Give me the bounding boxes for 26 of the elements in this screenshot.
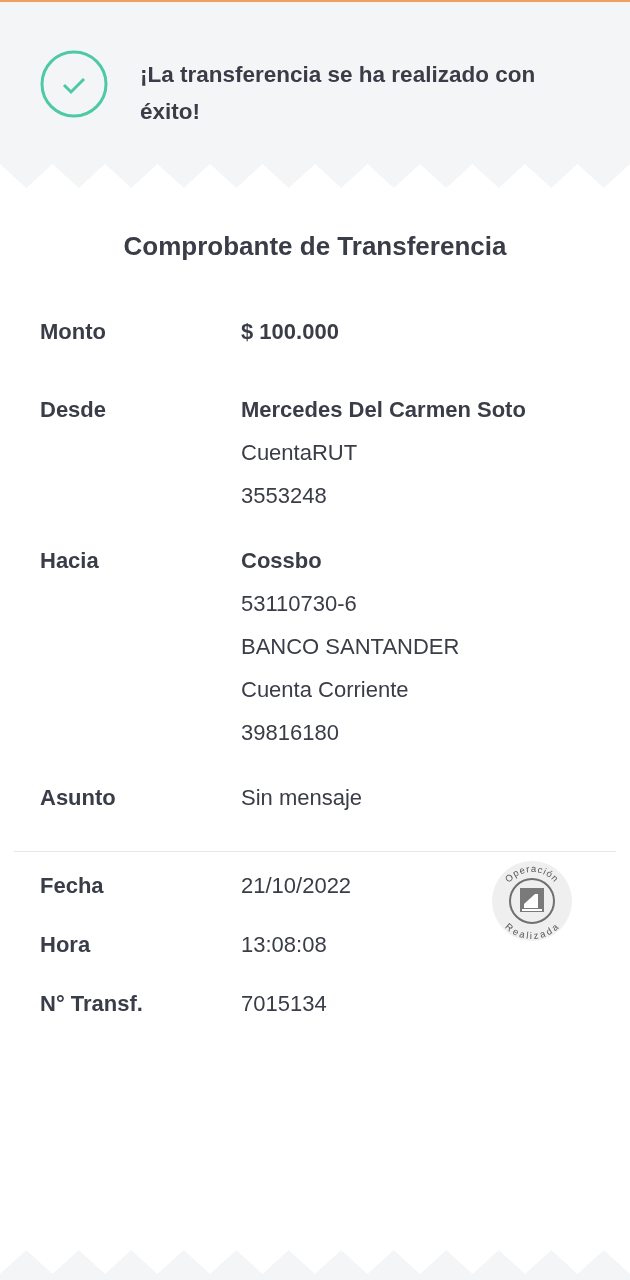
field-label: Asunto — [40, 784, 117, 812]
field-value: 21/10/2022 — [241, 872, 352, 900]
field-value: 39816180 — [241, 719, 339, 747]
field-value: Cossbo — [241, 547, 322, 575]
field-value: 7015134 — [241, 990, 327, 1018]
field-value: Sin mensaje — [241, 784, 363, 812]
field-label: Fecha — [40, 872, 105, 900]
field-value: BANCO SANTANDER — [241, 633, 460, 661]
stamp-text: Operación — [502, 862, 562, 885]
field-label: Desde — [40, 396, 108, 424]
field-value: $ 100.000 — [241, 318, 339, 346]
success-message: ¡La transferencia se ha realizado con éxito! — [140, 61, 537, 126]
field-label: Hacia — [40, 547, 100, 575]
field-value: 3553248 — [241, 482, 327, 510]
stamp-text: Realizada — [503, 920, 562, 942]
field-value: 53110730-6 — [241, 590, 357, 618]
field-label: N° Transf. — [40, 990, 144, 1018]
field-value: Cuenta Corriente — [241, 676, 409, 704]
field-label: Hora — [40, 931, 92, 959]
bank-logo-icon — [520, 888, 544, 912]
success-check-icon — [40, 50, 108, 118]
field-value: 13:08:08 — [241, 931, 327, 959]
field-label: Monto — [40, 318, 107, 346]
receipt-title: Comprobante de Transferencia — [122, 230, 508, 263]
field-value: Mercedes Del Carmen Soto — [241, 396, 526, 424]
field-value: CuentaRUT — [241, 439, 358, 467]
